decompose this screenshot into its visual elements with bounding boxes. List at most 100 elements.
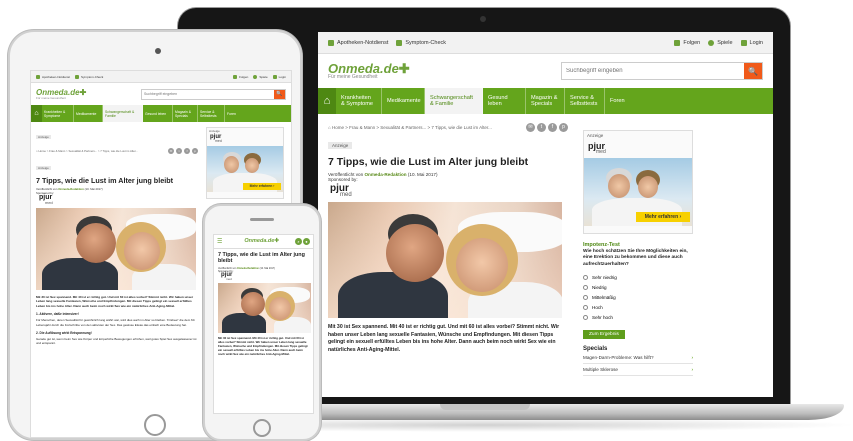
radio-icon[interactable]: [583, 284, 588, 290]
breadcrumb[interactable]: ⌂ Home > Frau & Mann > Sexualität & Part…: [328, 120, 568, 134]
pharmacy-icon: [328, 39, 334, 46]
sponsor-logo[interactable]: pjur med: [330, 184, 568, 199]
ad-button[interactable]: Mehr erfahren ›: [636, 211, 690, 222]
radio-icon[interactable]: [583, 314, 588, 320]
util-label: Login: [278, 74, 286, 79]
nav-home[interactable]: ⌂: [31, 105, 42, 122]
user-icon[interactable]: ●: [303, 238, 310, 245]
phone-screen: ☰ Onmeda.de✚ ⌕ ● 7 Tipps, wie die Lust i…: [213, 234, 314, 414]
ad-button[interactable]: Mehr erfahren ›: [243, 182, 281, 190]
radio-icon[interactable]: [583, 274, 588, 280]
option-label: Sehr niedrig: [592, 274, 617, 280]
facebook-icon[interactable]: f: [548, 122, 557, 132]
util-symptom-check[interactable]: Symptom-Check: [75, 74, 103, 79]
nav-label: Gesund leben: [488, 95, 508, 107]
util-login[interactable]: Login: [272, 74, 286, 79]
man-face: [76, 222, 116, 263]
util-folgen[interactable]: Folgen: [674, 39, 700, 46]
sidebar-ad[interactable]: Anzeige pjur med Mehr erfahren ›: [206, 127, 284, 199]
menu-icon[interactable]: ☰: [217, 238, 222, 245]
nav-item-gesund-leben[interactable]: Gesund leben: [483, 88, 526, 114]
specials-item[interactable]: Magen-Darm-Probleme: Was hilft? ›: [583, 352, 693, 365]
game-icon: [253, 74, 258, 79]
article-title: 7 Tipps, wie die Lust im Alter jung blei…: [218, 252, 305, 265]
breadcrumb[interactable]: ⌂ Home > Frau & Mann > Sexualität & Part…: [36, 146, 198, 156]
util-label: Apotheken-Notdienst: [337, 39, 389, 46]
pinterest-icon[interactable]: p: [559, 122, 568, 132]
laptop-camera: [480, 16, 486, 22]
nav-label: Schwangerschaft & Familie: [105, 109, 135, 118]
search-button[interactable]: 🔍: [744, 63, 762, 79]
util-label: Apotheken-Notdienst: [42, 74, 71, 79]
home-icon: ⌂: [323, 95, 331, 107]
author-link[interactable]: Onmeda-Redaktion: [364, 172, 406, 177]
nav-item-schwangerschaft[interactable]: Schwangerschaft & Familie: [425, 88, 483, 114]
nav-item-foren[interactable]: Foren: [225, 105, 243, 122]
site-logo[interactable]: Onmeda.de✚: [244, 238, 279, 245]
util-symptom-check[interactable]: Symptom-Check: [396, 39, 447, 46]
poll-option[interactable]: Sehr hoch: [583, 312, 693, 322]
phone-content: 7 Tipps, wie die Lust im Alter jung blei…: [214, 249, 313, 359]
article-title: 7 Tipps, wie die Lust im Alter jung blei…: [36, 176, 173, 185]
twitter-icon[interactable]: t: [176, 148, 182, 154]
author-link[interactable]: Onmeda-Redaktion: [58, 187, 84, 191]
site-logo[interactable]: Onmeda.de✚ Für meine Gesundheit: [36, 88, 86, 100]
anzeige-label: Anzeige: [328, 142, 353, 149]
util-folgen[interactable]: Folgen: [233, 74, 248, 79]
util-label: Login: [749, 39, 763, 46]
nav-item-magazin[interactable]: Magazin & Specials: [526, 88, 565, 114]
facebook-icon[interactable]: f: [184, 148, 190, 154]
nav-item-medikamente[interactable]: Medikamente: [74, 105, 103, 122]
nav-item-schwangerschaft[interactable]: Schwangerschaft & Familie: [103, 105, 143, 122]
poll-submit-button[interactable]: Zum Ergebnis: [583, 330, 625, 340]
option-label: Mittelmäßig: [592, 294, 616, 300]
nav-item-magazin[interactable]: Magazin & Specials: [173, 105, 198, 122]
util-apotheken[interactable]: Apotheken-Notdienst: [328, 39, 389, 46]
mail-icon[interactable]: ✉: [168, 148, 174, 154]
twitter-icon[interactable]: t: [537, 122, 546, 132]
util-login[interactable]: Login: [740, 39, 763, 46]
sidebar-ad[interactable]: Anzeige pjur med Mehr erfahren ›: [583, 130, 693, 234]
search-button[interactable]: 🔍: [274, 89, 285, 99]
radio-icon[interactable]: [583, 304, 588, 310]
sponsor-sub: med: [226, 277, 232, 282]
search-box: 🔍: [561, 62, 763, 80]
author-link[interactable]: Onmeda-Redaktion: [237, 267, 259, 270]
specials-item[interactable]: Multiple Sklerose ›: [583, 364, 693, 377]
main-nav: ⌂ Krankheiten & Symptome Medikamente Sch…: [318, 88, 773, 114]
nav-home[interactable]: ⌂: [318, 88, 336, 114]
nav-item-service[interactable]: Service & Selbsttests: [198, 105, 225, 122]
util-apotheken[interactable]: Apotheken-Notdienst: [36, 74, 71, 79]
site-logo[interactable]: Onmeda.de✚ Für meine Gesundheit: [328, 62, 410, 80]
section-text: Für Menschen, deren Sexualität für gewöh…: [36, 318, 196, 327]
anzeige-label: Anzeige: [36, 166, 51, 170]
tablet-nav: ⌂ Krankheiten & Symptome Medikamente Sch…: [31, 105, 291, 122]
poll-option[interactable]: Niedrig: [583, 282, 693, 292]
radio-icon[interactable]: [583, 294, 588, 300]
nav-item-krankheiten[interactable]: Krankheiten & Symptome: [336, 88, 382, 114]
nav-item-medikamente[interactable]: Medikamente: [382, 88, 425, 114]
pinterest-icon[interactable]: p: [192, 148, 198, 154]
sponsor-logo[interactable]: pjur med: [221, 272, 309, 282]
search-icon[interactable]: ⌕: [295, 238, 302, 245]
nav-item-service[interactable]: Service & Selbsttests: [565, 88, 605, 114]
poll-option[interactable]: Mittelmäßig: [583, 292, 693, 302]
specials-label: Magen-Darm-Probleme: Was hilft?: [583, 355, 654, 361]
logo-tagline: Für meine Gesundheit: [36, 95, 66, 100]
util-label: Symptom-Check: [405, 39, 447, 46]
nav-label: Magazin & Specials: [175, 109, 192, 118]
util-spiele[interactable]: Spiele: [708, 39, 733, 46]
stethoscope-icon: [396, 39, 403, 46]
nav-item-foren[interactable]: Foren: [605, 88, 635, 114]
nav-item-krankheiten[interactable]: Krankheiten & Symptome: [42, 105, 74, 122]
ad-sub: med: [215, 139, 222, 144]
mail-icon[interactable]: ✉: [526, 122, 535, 132]
poll-option[interactable]: Hoch: [583, 302, 693, 312]
sponsor-logo[interactable]: pjur med: [39, 194, 198, 205]
search-input[interactable]: [142, 89, 274, 99]
util-spiele[interactable]: Spiele: [253, 74, 268, 79]
sidebar-anzeige: Anzeige: [587, 133, 604, 138]
poll-option[interactable]: Sehr niedrig: [583, 272, 693, 282]
search-input[interactable]: [562, 63, 744, 79]
nav-item-gesund-leben[interactable]: Gesund leben: [143, 105, 173, 122]
